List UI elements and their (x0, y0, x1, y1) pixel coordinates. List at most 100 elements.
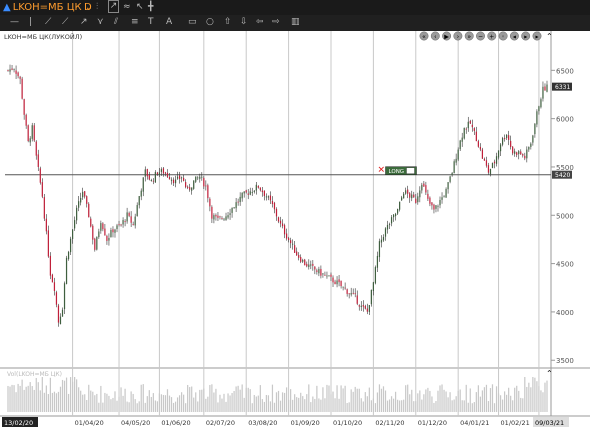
volume-bar (209, 384, 211, 412)
price-chart[interactable]: 350040004500500055006000650054206331✕ LON… (0, 31, 590, 431)
volume-bar (227, 393, 229, 412)
volume-bar (37, 382, 39, 412)
label-icon[interactable]: A (166, 15, 172, 30)
candles-icon[interactable]: ⫶ (96, 0, 98, 15)
volume-bar (94, 395, 96, 412)
volume-bar (479, 396, 481, 412)
candle-body (542, 86, 544, 99)
y-tick-label: 4000 (556, 309, 574, 317)
candle-body (55, 292, 58, 305)
volume-bar (197, 401, 199, 412)
pitchfork-icon[interactable]: ⫽ (114, 15, 118, 30)
fork-icon[interactable]: ⋎ (97, 15, 104, 30)
volume-bar (403, 399, 405, 412)
candle-body (82, 191, 84, 198)
volume-bar (239, 389, 241, 412)
pointer-icon[interactable]: ↖ (136, 0, 144, 15)
volume-bar (9, 386, 11, 412)
arrow-down-icon[interactable]: ⇩ (240, 15, 248, 30)
symbol-selector[interactable]: ▲ LKOH=МБ ЦК ⌄ (3, 1, 93, 14)
volume-bar (281, 392, 284, 412)
line-tool-icon[interactable]: — (10, 15, 19, 30)
ray-icon[interactable]: ⟋ (62, 15, 68, 30)
reset-zoom-icon-glyph: ◦ (501, 33, 505, 40)
candle-body (21, 78, 23, 99)
text-icon[interactable]: T (148, 15, 154, 30)
vertical-line-icon[interactable]: | (29, 15, 32, 30)
candle-body (292, 243, 294, 245)
cancel-order-icon[interactable]: ✕ (378, 166, 386, 176)
volume-bar (493, 403, 496, 412)
candle-body (269, 195, 272, 201)
candle-body (491, 162, 494, 169)
candle-body (453, 161, 455, 174)
candle-body (409, 193, 411, 198)
candle-body (421, 184, 423, 191)
arrow-right-icon[interactable]: ⇨ (272, 15, 280, 30)
candle-body (443, 196, 445, 198)
volume-title: Vol(LKOH=МБ ЦК) (7, 371, 62, 378)
volume-bar (49, 377, 52, 412)
volume-bar (247, 387, 249, 412)
volume-bar (55, 393, 58, 412)
volume-bar (231, 393, 233, 412)
volume-bar (124, 388, 126, 412)
collapse-volume-icon[interactable]: ⌃ (546, 369, 553, 378)
candle-body (80, 197, 82, 203)
candle-body (71, 229, 74, 239)
y-tick-label: 6000 (556, 116, 574, 124)
rectangle-icon[interactable]: ▭ (188, 15, 197, 30)
fibonacci-icon[interactable]: ≡ (131, 15, 139, 30)
volume-bar (140, 384, 142, 412)
volume-bar (390, 396, 393, 412)
volume-bar (17, 383, 19, 412)
candle-body (225, 216, 227, 220)
candle-body (479, 146, 481, 150)
trendline-icon[interactable]: ⟋ (45, 15, 51, 30)
volume-bar (461, 400, 463, 412)
candle-body (76, 207, 78, 221)
volume-bar (388, 399, 391, 412)
arrow-left-icon[interactable]: ⇦ (256, 15, 264, 30)
volume-bar (520, 397, 522, 412)
volume-bar (235, 386, 237, 412)
candle-body (441, 197, 443, 200)
candle-body (471, 124, 473, 128)
volume-bar (174, 401, 177, 412)
candle-body (219, 216, 221, 218)
cursor-tool-icon[interactable]: ↗ (108, 0, 119, 13)
candle-body (433, 204, 435, 210)
volume-bar (328, 385, 330, 412)
candle-body (306, 263, 308, 267)
order-edit-box[interactable] (406, 167, 415, 174)
volume-bar (350, 389, 352, 412)
trash-icon[interactable]: ▥ (291, 15, 300, 30)
candle-body (213, 215, 215, 220)
arrow-up-icon[interactable]: ⇧ (224, 15, 232, 30)
wave-icon[interactable]: ≈ (123, 0, 131, 15)
arrow-line-icon[interactable]: ↗ (80, 15, 88, 30)
volume-bar (245, 387, 247, 412)
volume-bar (33, 389, 35, 412)
x-tick-label: 01/02/21 (501, 419, 530, 427)
candle-body (538, 106, 540, 112)
volume-bar (495, 386, 498, 412)
candle-body (469, 120, 471, 124)
volume-bar (405, 385, 407, 412)
period-selector[interactable]: D (84, 1, 92, 14)
volume-bar (257, 395, 259, 412)
candle-body (439, 199, 441, 206)
candle-body (241, 192, 243, 199)
candle-body (390, 217, 393, 224)
candle-body (382, 237, 385, 241)
x-tick-label: 02/07/20 (206, 419, 235, 427)
candle-body (283, 225, 286, 235)
volume-bar (53, 391, 56, 412)
ellipse-icon[interactable]: ○ (206, 15, 214, 30)
volume-bar (136, 403, 138, 412)
volume-bar (74, 377, 76, 412)
collapse-pane-icon[interactable]: ⌃ (546, 32, 553, 41)
x-tick-label: 01/04/20 (75, 419, 104, 427)
candle-body (108, 238, 110, 241)
crosshair-icon[interactable]: ╋ (148, 0, 153, 15)
